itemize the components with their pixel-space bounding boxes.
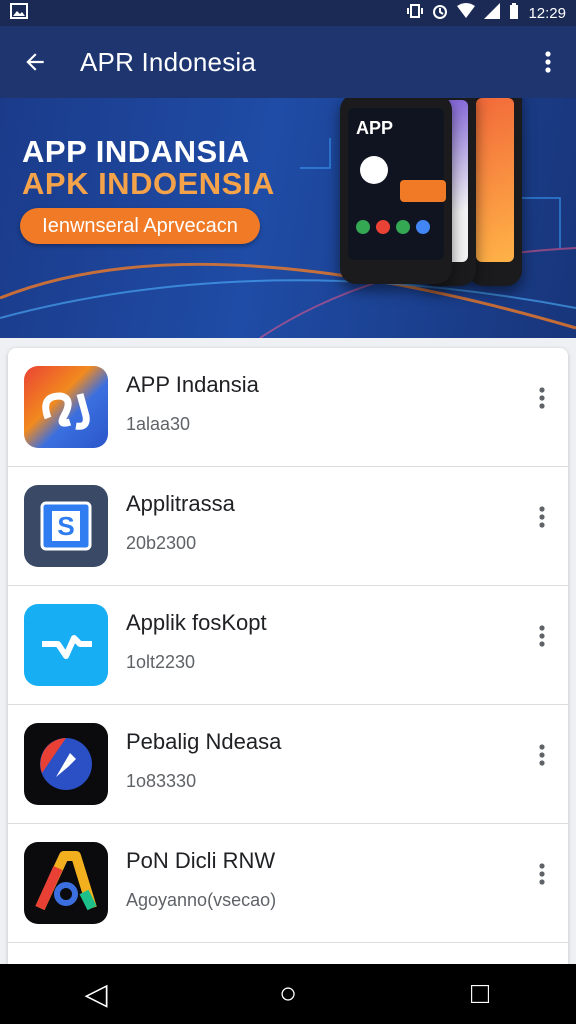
svg-text:S: S [57, 511, 74, 541]
more-vert-icon [539, 863, 545, 885]
app-meta: 1alaa30 [126, 414, 191, 434]
banner-cta-button[interactable]: Ienwnseral Aprvecacn [20, 208, 260, 244]
app-meta: 1o83330 [126, 771, 197, 791]
image-icon [10, 3, 28, 23]
nav-home-button[interactable]: ○ [248, 977, 328, 1011]
list-item[interactable]: Pebalig Ndeasa 1o83330 [8, 705, 568, 824]
list-item[interactable]: APP Indansia 1alaa30 [8, 348, 568, 467]
more-vert-icon [539, 387, 545, 409]
item-more-button[interactable] [530, 856, 554, 892]
app-name: APP Indansia [126, 372, 259, 397]
alarm-icon [432, 3, 448, 23]
phone-screen-text: APP [356, 118, 394, 138]
banner-subheadline: APK INDOENSIA [22, 166, 275, 201]
applitrassa-icon: S [24, 485, 108, 567]
more-vert-icon [539, 625, 545, 647]
pon-dicli-rnw-icon [24, 842, 108, 924]
phone-logo-icon [360, 156, 388, 184]
app-meta: 1olt2230 [126, 652, 196, 672]
app-name: PoN Dicli RNW [126, 848, 276, 873]
vibrate-icon [407, 3, 424, 23]
app-indansia-icon [24, 366, 108, 448]
more-vert-icon [539, 744, 545, 766]
status-time: 12:29 [528, 4, 566, 22]
app-meta: Agoyanno(vsecao) [126, 890, 277, 910]
promo-banner[interactable]: APP INDANSIA APK INDOENSIA Ienwnseral Ap… [0, 98, 576, 338]
app-name: Pebalig Ndeasa [126, 729, 282, 754]
phone-orange-block [400, 180, 446, 202]
list-item[interactable]: S Applitrassa 20b2300 [8, 467, 568, 586]
item-more-button[interactable] [530, 380, 554, 416]
app-name: Applitrassa [126, 491, 235, 516]
pebalig-ndeasa-icon [24, 723, 108, 805]
phone-mockup-back [468, 98, 522, 286]
phone-mockup-front: APP [340, 98, 452, 284]
page-title: APR Indonesia [80, 46, 257, 77]
list-item[interactable]: Applik fosKopt 1olt2230 [8, 586, 568, 705]
app-name: Applik fosKopt [126, 610, 267, 635]
overflow-menu-button[interactable] [520, 26, 576, 98]
applik-foskopt-icon [24, 604, 108, 686]
app-list: APP Indansia 1alaa30 S Applitrassa 20b23… [8, 348, 568, 964]
nav-recents-button[interactable]: □ [440, 977, 520, 1011]
status-bar: 12:29 [0, 0, 576, 26]
nav-back-button[interactable]: ◁ [56, 977, 136, 1012]
app-bar: APR Indonesia [0, 26, 576, 98]
app-meta: 20b2300 [126, 533, 197, 553]
back-button[interactable] [0, 26, 70, 98]
battery-icon [509, 3, 519, 23]
arrow-left-icon [26, 53, 44, 71]
signal-icon [484, 3, 501, 23]
more-vert-icon [539, 506, 545, 528]
list-item[interactable]: PoN Dicli RNW Agoyanno(vsecao) [8, 824, 568, 943]
banner-headline: APP INDANSIA [22, 134, 250, 169]
more-vert-icon [545, 51, 551, 73]
item-more-button[interactable] [530, 618, 554, 654]
system-nav-bar: ◁ ○ □ [0, 964, 576, 1024]
phone-app-dots [356, 220, 430, 234]
wifi-icon [457, 3, 476, 23]
item-more-button[interactable] [530, 737, 554, 773]
item-more-button[interactable] [530, 499, 554, 535]
